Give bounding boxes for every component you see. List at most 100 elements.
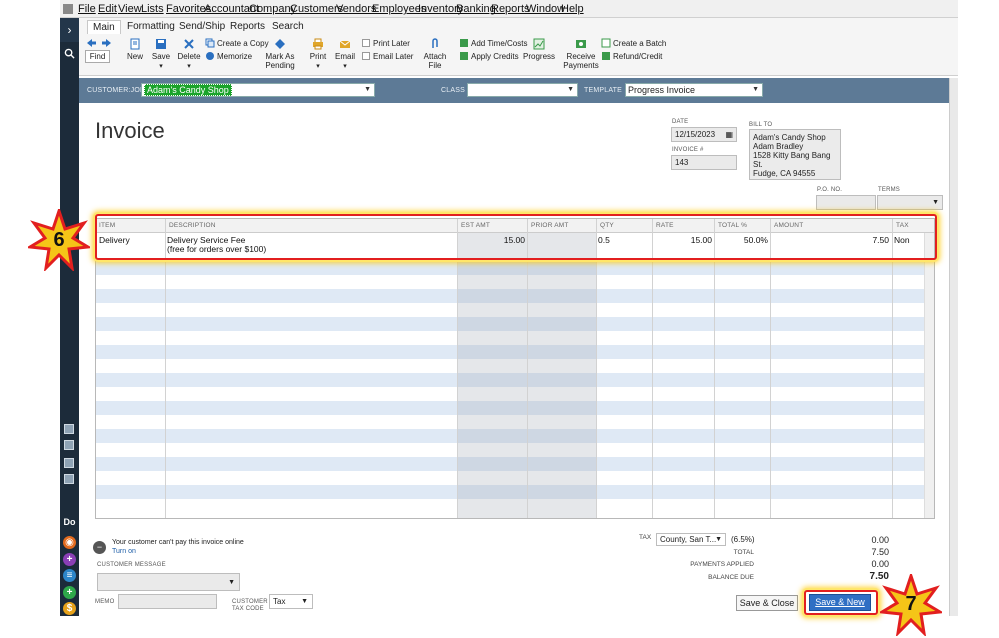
calendar-icon[interactable]: ▦ [725,128,733,141]
save-close-button[interactable]: Save & Close [736,595,798,611]
grid-divider [596,219,597,518]
menu-lists[interactable]: Lists [141,3,164,15]
print-button[interactable]: Print ▾ [308,38,328,71]
customer-tax-code-label: CUSTOMER [232,599,268,605]
tab-formatting[interactable]: Formatting [127,20,175,34]
app-system-icon[interactable] [63,4,73,14]
payments-applied-label: PAYMENTS APPLIED [690,561,754,568]
mark-as-pending-button[interactable]: Mark As Pending [263,38,297,70]
rail-add-green-icon[interactable]: + [63,586,76,599]
date-value: 12/15/2023 [675,130,716,139]
memo-field[interactable] [118,594,217,609]
chevron-down-icon: ▼ [932,199,939,206]
paperclip-icon [432,38,438,48]
turn-on-link[interactable]: Turn on [112,548,136,555]
grid-divider [165,219,166,518]
tab-send-ship[interactable]: Send/Ship [179,20,225,34]
attach-file-button[interactable]: Attach File [423,38,447,70]
rail-shortcut-icon-4[interactable] [64,474,74,484]
email-label: Email [335,52,356,61]
online-payment-message: Your customer can't pay this invoice onl… [112,539,244,546]
chevron-down-icon: ▼ [715,536,722,543]
rail-shortcut-icon-1[interactable] [64,424,74,434]
customer-tax-code-value: Tax [273,597,286,606]
payments-applied-amount: 0.00 [871,559,889,569]
grid-scrollbar[interactable] [924,233,934,518]
print-later-box[interactable] [362,39,370,47]
grid-divider [770,219,771,518]
date-field[interactable]: 12/15/2023 ▦ [671,127,737,142]
pending-icon [275,39,285,49]
class-select[interactable]: ▼ [467,83,578,97]
total-amount: 7.50 [871,547,889,557]
po-number-field[interactable] [816,195,876,210]
rail-blue-icon[interactable]: ≡ [63,569,76,582]
add-time-costs-button[interactable]: Add Time/Costs [459,38,527,49]
balance-due-label: BALANCE DUE [708,574,754,581]
left-icon-bar: › Do ◉ + ≡ + $ [60,18,79,616]
customer-message-label: CUSTOMER MESSAGE [97,562,166,568]
prev-next-arrows-icon[interactable] [87,38,111,48]
menu-vendors[interactable]: Vendors [336,3,376,15]
tab-reports[interactable]: Reports [230,20,265,34]
refund-credit-label: Refund/Credit [613,52,663,61]
refund-credit-button[interactable]: Refund/Credit [601,51,662,62]
customer-job-label: CUSTOMER:JOB [87,87,145,94]
tab-search[interactable]: Search [272,20,304,34]
rail-add-purple-icon[interactable]: + [63,553,76,566]
find-button[interactable]: Find [85,50,110,63]
new-document-icon [130,38,140,50]
menu-file[interactable]: File [78,3,96,15]
bill-to-address[interactable]: Adam's Candy Shop Adam Bradley 1528 Kitt… [749,129,841,180]
refund-icon [602,52,610,60]
print-later-checkbox[interactable]: Print Later [362,38,410,49]
delete-x-icon [184,39,194,49]
invoice-number-field[interactable]: 143 [671,155,737,170]
customer-tax-code-select[interactable]: Tax ▼ [269,594,313,609]
customer-job-select[interactable]: Adam's Candy Shop ▼ [141,83,375,97]
tab-main[interactable]: Main [87,20,121,34]
ribbon-toolbar: Main Formatting Send/Ship Reports Search… [79,18,958,76]
email-button[interactable]: Email ▾ [335,38,355,71]
receive-payments-button[interactable]: Receive Payments [563,38,599,70]
tax-amount: 0.00 [871,535,889,545]
create-batch-button[interactable]: Create a Batch [601,38,666,49]
envelope-icon [339,40,351,48]
create-copy-button[interactable]: Create a Copy [205,38,269,49]
menu-window[interactable]: Window [526,3,565,15]
menu-banking[interactable]: Banking [456,3,496,15]
customer-message-select[interactable]: ▼ [97,573,240,591]
rail-shortcut-icon-3[interactable] [64,458,74,468]
menu-help[interactable]: Help [561,3,584,15]
expand-chevron-icon[interactable]: › [60,18,79,42]
save-button[interactable]: Save ▾ [150,38,172,71]
class-label: CLASS [441,87,465,94]
batch-icon [601,38,611,48]
bill-to-line: 1528 Kitty Bang Bang St. [753,151,831,169]
terms-select[interactable]: ▼ [877,195,943,210]
memo-label: MEMO [95,599,115,605]
email-later-checkbox[interactable]: Email Later [362,51,413,62]
bill-to-label: BILL TO [749,122,773,128]
delete-button[interactable]: Delete ▾ [177,38,201,71]
do-label: Do [63,517,76,527]
menu-view[interactable]: View [118,3,142,15]
online-payment-off-icon: − [93,541,106,554]
menu-reports[interactable]: Reports [491,3,530,15]
memorize-button[interactable]: Memorize [205,51,252,62]
rail-dollar-icon[interactable]: $ [63,602,76,615]
print-label: Print [309,52,327,61]
tax-item-select[interactable]: County, San T... ▼ [656,533,726,546]
search-icon[interactable] [64,48,75,59]
window-scroll-edge[interactable] [949,78,958,616]
rail-orange-icon[interactable]: ◉ [63,536,76,549]
new-button[interactable]: New [125,38,145,61]
email-later-box[interactable] [362,52,370,60]
rail-shortcut-icon-2[interactable] [64,440,74,450]
progress-button[interactable]: Progress [523,38,555,61]
menu-edit[interactable]: Edit [98,3,117,15]
menu-bar: File Edit View Lists Favorites Accountan… [60,0,958,18]
template-select[interactable]: Progress Invoice ▼ [625,83,763,97]
apply-credits-button[interactable]: Apply Credits [459,51,519,62]
create-batch-label: Create a Batch [613,39,667,48]
